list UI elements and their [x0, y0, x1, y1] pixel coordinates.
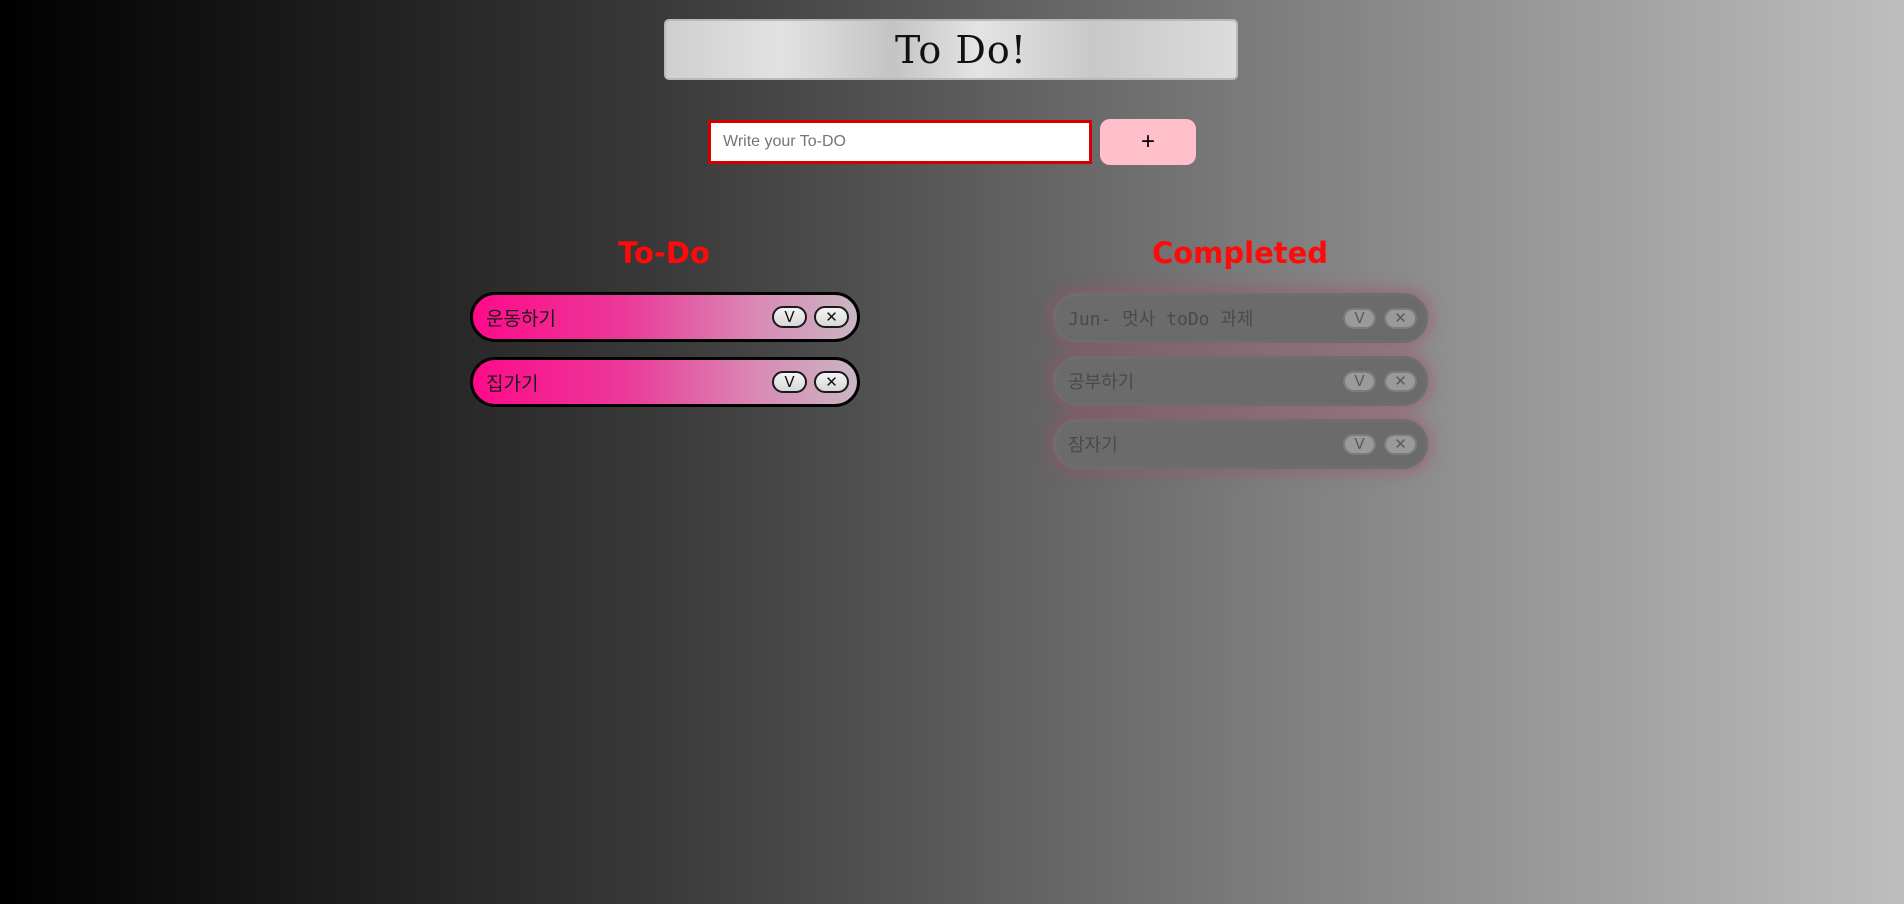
complete-button[interactable]: V	[772, 306, 807, 328]
todo-item-label: 집가기	[486, 372, 539, 395]
todo-item-label: 운동하기	[486, 307, 556, 330]
completed-item-label: 공부하기	[1068, 372, 1135, 393]
delete-button[interactable]: ✕	[814, 306, 849, 328]
complete-button[interactable]: V	[1343, 307, 1376, 329]
delete-button[interactable]: ✕	[1384, 370, 1417, 392]
complete-button[interactable]: V	[772, 371, 807, 393]
completed-item: Jun- 멋사 toDo 과제 V ✕	[1053, 293, 1428, 343]
page-title: To Do!	[895, 27, 1027, 72]
complete-button[interactable]: V	[1343, 370, 1376, 392]
completed-item-label: Jun- 멋사 toDo 과제	[1068, 309, 1254, 330]
completed-item-label: 잠자기	[1068, 435, 1118, 456]
delete-button[interactable]: ✕	[814, 371, 849, 393]
completed-item: 잠자기 V ✕	[1053, 419, 1428, 469]
todo-heading: To-Do	[618, 236, 710, 270]
completed-list: Jun- 멋사 toDo 과제 V ✕ 공부하기 V ✕ 잠자기 V ✕	[1053, 293, 1428, 482]
todo-list: 운동하기 V ✕ 집가기 V ✕	[470, 292, 860, 422]
complete-button[interactable]: V	[1343, 433, 1376, 455]
completed-heading: Completed	[1151, 236, 1329, 270]
completed-item: 공부하기 V ✕	[1053, 356, 1428, 406]
delete-button[interactable]: ✕	[1384, 433, 1417, 455]
todo-input[interactable]	[708, 120, 1092, 164]
todo-item: 운동하기 V ✕	[470, 292, 860, 342]
app-header: To Do!	[664, 19, 1238, 80]
add-todo-button[interactable]: +	[1100, 119, 1196, 165]
delete-button[interactable]: ✕	[1384, 307, 1417, 329]
todo-item: 집가기 V ✕	[470, 357, 860, 407]
